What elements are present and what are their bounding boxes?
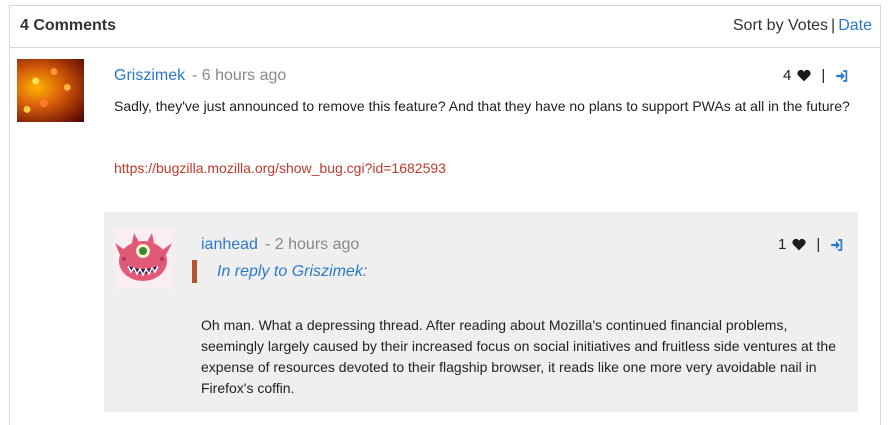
vote-box: 1 |: [778, 236, 844, 253]
comment-author-link[interactable]: Griszimek: [114, 67, 185, 85]
comment-body: Sadly, they've just announced to remove …: [114, 98, 850, 114]
in-reply-to-label[interactable]: In reply to Griszimek:: [217, 263, 367, 280]
avatar[interactable]: [17, 59, 84, 122]
sort-by-votes-link[interactable]: Votes: [788, 17, 828, 34]
heart-icon[interactable]: [792, 238, 806, 251]
sign-in-icon[interactable]: [835, 69, 849, 83]
reply-comment: ianhead - 2 hours ago 1 | In reply to Gr…: [104, 212, 858, 412]
vote-separator: |: [816, 236, 821, 253]
in-reply-to-quote[interactable]: In reply to Griszimek:: [192, 260, 367, 283]
comments-header: 4 Comments Sort by Votes | Date: [10, 6, 880, 48]
heart-icon[interactable]: [797, 69, 811, 82]
vote-count: 1: [778, 236, 787, 253]
reply-timestamp: - 2 hours ago: [265, 236, 360, 253]
comment-count: 4 Comments: [20, 17, 117, 34]
reply-body: Oh man. What a depressing thread. After …: [201, 317, 836, 396]
monster-avatar-icon: [114, 229, 173, 289]
sign-in-icon[interactable]: [830, 238, 844, 252]
comment-timestamp: - 6 hours ago: [192, 67, 287, 84]
sort-separator: |: [831, 17, 836, 34]
vote-count: 4: [783, 67, 792, 84]
sort-by-date-link[interactable]: Date: [838, 17, 872, 34]
avatar[interactable]: [114, 229, 173, 289]
sort-controls: Sort by Votes | Date: [733, 17, 872, 35]
sort-prefix: Sort by: [732, 17, 784, 34]
vote-separator: |: [821, 67, 826, 84]
vote-box: 4 |: [783, 67, 849, 84]
comment-link[interactable]: https://bugzilla.mozilla.org/show_bug.cg…: [114, 160, 446, 176]
reply-author-link[interactable]: ianhead: [201, 236, 258, 254]
